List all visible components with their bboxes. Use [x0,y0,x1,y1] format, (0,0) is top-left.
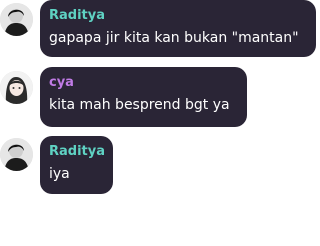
message-bubble: Raditya gapapa jir kita kan bukan "manta… [40,0,316,57]
message-bubble: Raditya iya [40,136,113,194]
message-bubble: cya kita mah besprend bgt ya [40,67,247,127]
sender-name[interactable]: cya [49,75,238,91]
message-text: kita mah besprend bgt ya [49,97,230,113]
raditya-avatar[interactable] [0,3,33,36]
anime-girl-icon [0,71,33,104]
message-text: iya [49,166,70,182]
raditya-avatar[interactable] [0,138,33,171]
chat-thread: Raditya gapapa jir kita kan bukan "manta… [0,0,320,246]
sender-name[interactable]: Raditya [49,8,307,24]
bw-portrait-icon [0,138,33,171]
cya-avatar[interactable] [0,71,33,104]
message-text: gapapa jir kita kan bukan "mantan" [49,30,299,46]
bw-portrait-icon [0,3,33,36]
sender-name[interactable]: Raditya [49,144,105,160]
